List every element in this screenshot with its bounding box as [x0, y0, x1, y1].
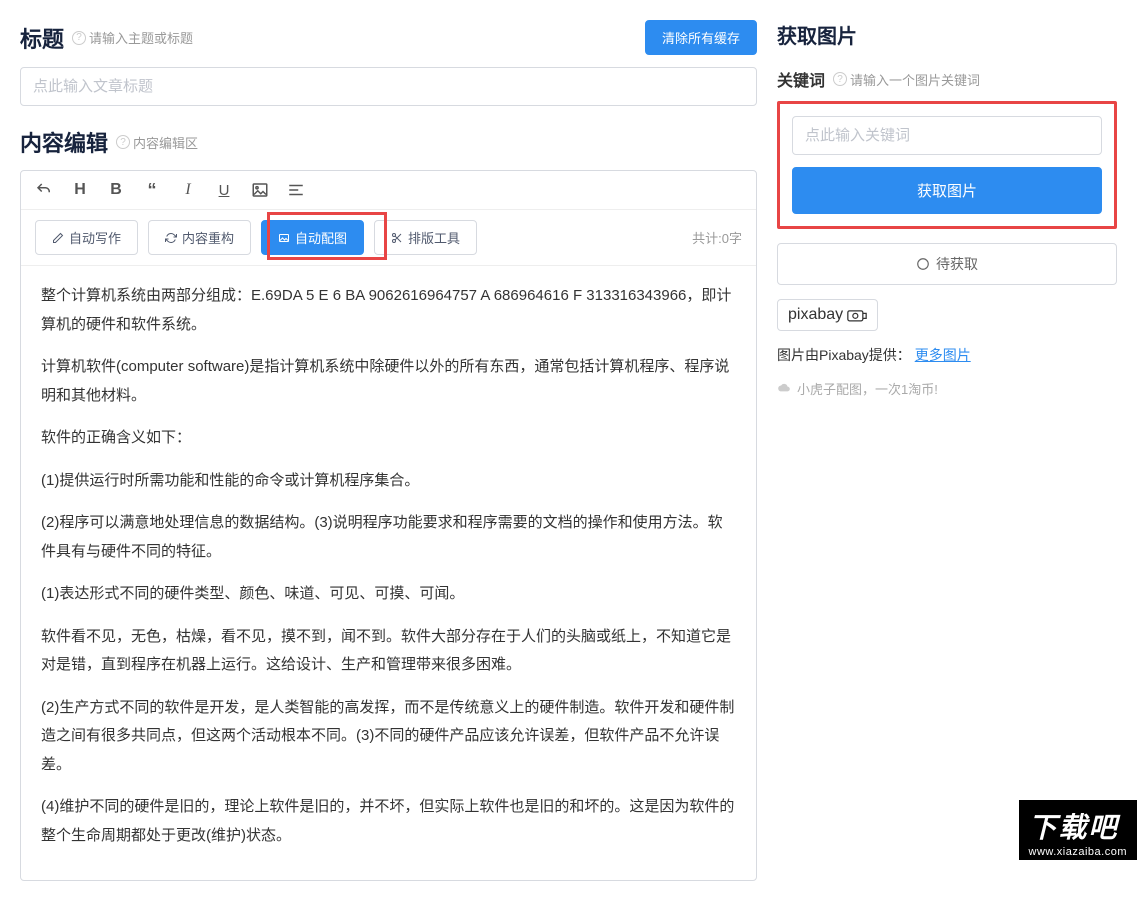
action-toolbar: 自动写作 内容重构 自动配图 排版工具 共计:0字 — [21, 210, 756, 266]
editor-box: H B “ I U 自动写作 内容重构 自动配图 — [20, 170, 757, 881]
paragraph: 软件的正确含义如下： — [41, 424, 736, 453]
undo-icon[interactable] — [35, 181, 53, 199]
restructure-button[interactable]: 内容重构 — [148, 220, 251, 255]
quote-icon[interactable]: “ — [143, 181, 161, 199]
keyword-row: 关键词 ? 请输入一个图片关键词 — [777, 67, 1117, 91]
scissors-icon — [391, 232, 403, 244]
waiting-button[interactable]: 待获取 — [777, 243, 1117, 285]
camera-icon — [847, 308, 867, 322]
paragraph: (1)表达形式不同的硬件类型、颜色、味道、可见、可摸、可闻。 — [41, 580, 736, 609]
title-header: 标题 ? 请输入主题或标题 清除所有缓存 — [20, 20, 757, 55]
paragraph: 计算机软件(computer software)是指计算机系统中除硬件以外的所有… — [41, 353, 736, 410]
more-images-link[interactable]: 更多图片 — [915, 347, 971, 363]
pixabay-tag: pixabay — [777, 299, 878, 331]
format-toolbar: H B “ I U — [21, 171, 756, 210]
paragraph: (2)生产方式不同的软件是开发，是人类智能的高发挥，而不是传统意义上的硬件制造。… — [41, 694, 736, 780]
fetch-image-title: 获取图片 — [777, 20, 1117, 49]
article-title-input[interactable] — [20, 67, 757, 106]
keyword-input[interactable] — [792, 116, 1102, 155]
paragraph: 整个计算机系统由两部分组成：E.69DA 5 E 6 BA 9062616964… — [41, 282, 736, 339]
fetch-image-button[interactable]: 获取图片 — [792, 167, 1102, 214]
bold-icon[interactable]: B — [107, 181, 125, 199]
image-icon[interactable] — [251, 181, 269, 199]
info-icon: ? — [72, 31, 86, 45]
watermark: 下载吧 www.xiazaiba.com — [1019, 800, 1137, 860]
tip-row: 小虎子配图，一次1淘币! — [777, 379, 1117, 398]
image-sidebar: 获取图片 关键词 ? 请输入一个图片关键词 获取图片 待获取 pixabay 图… — [777, 20, 1117, 881]
underline-icon[interactable]: U — [215, 181, 233, 199]
italic-icon[interactable]: I — [179, 181, 197, 199]
paragraph: (4)维护不同的硬件是旧的，理论上软件是旧的，并不坏，但实际上软件也是旧的和坏的… — [41, 793, 736, 850]
fetch-box: 获取图片 — [777, 101, 1117, 229]
keyword-hint: ? 请输入一个图片关键词 — [833, 70, 980, 89]
paragraph: (1)提供运行时所需功能和性能的命令或计算机程序集合。 — [41, 467, 736, 496]
refresh-icon — [165, 232, 177, 244]
main-column: 标题 ? 请输入主题或标题 清除所有缓存 内容编辑 ? 内容编辑区 H B “ — [20, 20, 757, 881]
info-icon: ? — [116, 135, 130, 149]
photo-icon — [278, 232, 290, 244]
paragraph: 软件看不见，无色，枯燥，看不见，摸不到，闻不到。软件大部分存在于人们的头脑或纸上… — [41, 623, 736, 680]
align-icon[interactable] — [287, 181, 305, 199]
heading-icon[interactable]: H — [71, 181, 89, 199]
layout-tool-button[interactable]: 排版工具 — [374, 220, 477, 255]
cloud-icon — [777, 382, 791, 396]
info-icon: ? — [833, 72, 847, 86]
pencil-icon — [52, 232, 64, 244]
title-hint: ? 请输入主题或标题 — [72, 28, 193, 47]
auto-write-button[interactable]: 自动写作 — [35, 220, 138, 255]
editor-heading: 内容编辑 — [20, 126, 108, 158]
keyword-label: 关键词 — [777, 67, 825, 91]
auto-image-button[interactable]: 自动配图 — [261, 220, 364, 255]
paragraph: (2)程序可以满意地处理信息的数据结构。(3)说明程序功能要求和程序需要的文档的… — [41, 509, 736, 566]
editor-content[interactable]: 整个计算机系统由两部分组成：E.69DA 5 E 6 BA 9062616964… — [21, 266, 756, 880]
provided-by: 图片由Pixabay提供： 更多图片 — [777, 345, 1117, 365]
title-heading: 标题 — [20, 22, 64, 54]
loading-icon — [916, 257, 930, 271]
clear-cache-button[interactable]: 清除所有缓存 — [645, 20, 757, 55]
word-count: 共计:0字 — [692, 228, 742, 247]
editor-hint: ? 内容编辑区 — [116, 133, 198, 152]
